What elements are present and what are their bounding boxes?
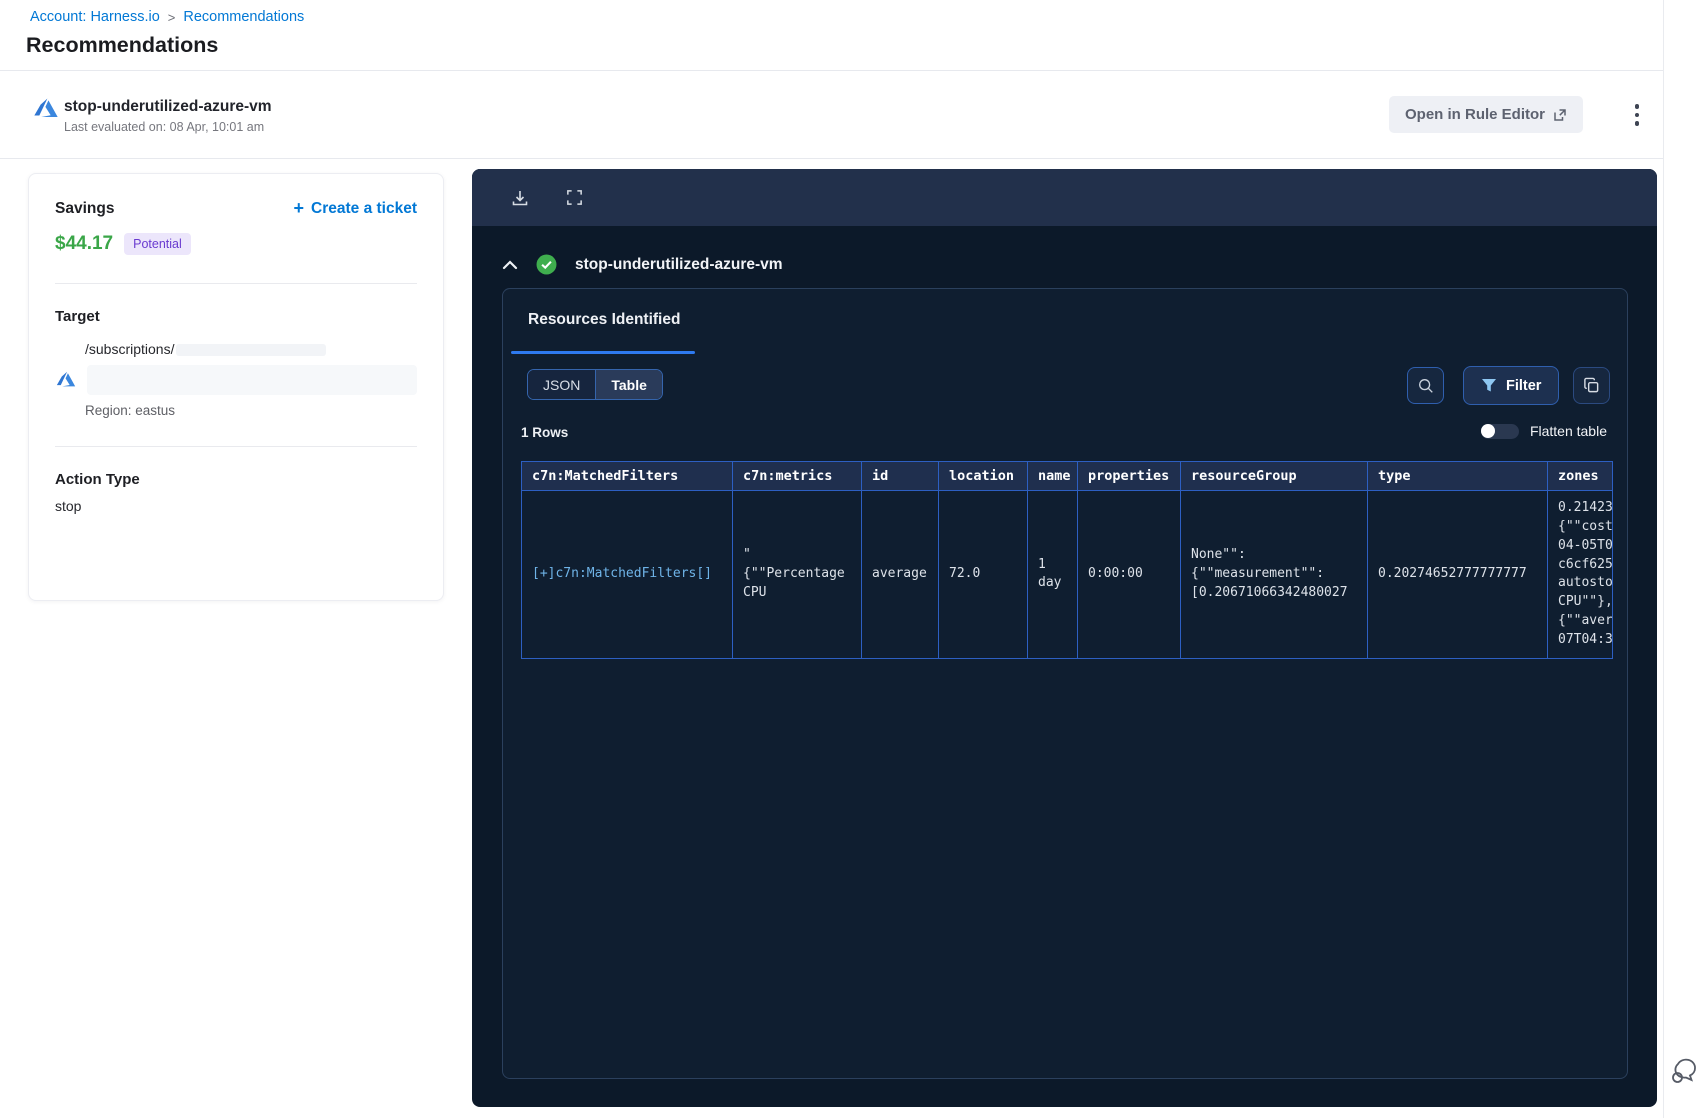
resources-identified-card: Resources Identified JSON Table Filter 1…: [502, 288, 1628, 1079]
rows-count: 1 Rows: [521, 425, 569, 440]
divider: [0, 158, 1663, 159]
open-in-rule-editor-button[interactable]: Open in Rule Editor: [1389, 96, 1584, 133]
column-header[interactable]: c7n:metrics: [732, 461, 862, 491]
filter-button[interactable]: Filter: [1463, 366, 1560, 405]
search-icon: [1418, 378, 1433, 393]
view-mode-json[interactable]: JSON: [528, 370, 597, 399]
recommendation-details-card: Savings + Create a ticket $44.17 Potenti…: [28, 173, 444, 601]
recommendation-name: stop-underutilized-azure-vm: [64, 98, 272, 115]
azure-icon: [34, 98, 58, 118]
divider: [55, 283, 417, 284]
copy-button[interactable]: [1573, 367, 1610, 404]
page: Account: Harness.io > Recommendations Re…: [0, 0, 1706, 1118]
resources-viewer-panel: stop-underutilized-azure-vm Resources Id…: [472, 169, 1657, 1107]
viewer-toolbar: [472, 169, 1657, 226]
savings-potential-badge: Potential: [124, 233, 191, 255]
column-header[interactable]: type: [1367, 461, 1548, 491]
filter-label: Filter: [1506, 377, 1542, 394]
action-type-label: Action Type: [55, 471, 140, 488]
tab-resources-identified[interactable]: Resources Identified: [528, 311, 680, 329]
resources-table-container: c7n:MatchedFilters c7n:metrics id locati…: [521, 461, 1614, 659]
table-cell: " {""Percentage CPU: [732, 490, 862, 659]
table-cell: 0:00:00: [1077, 490, 1181, 659]
divider: [1663, 0, 1664, 1118]
flatten-table-toggle[interactable]: [1480, 423, 1519, 439]
divider: [55, 446, 417, 447]
redacted-text: [176, 344, 327, 357]
resource-title: stop-underutilized-azure-vm: [575, 255, 783, 273]
column-header[interactable]: zones: [1547, 461, 1613, 491]
fullscreen-icon[interactable]: [559, 183, 589, 213]
page-title: Recommendations: [26, 33, 219, 57]
filter-funnel-icon: [1482, 379, 1496, 392]
collapse-chevron-icon[interactable]: [502, 259, 518, 270]
table-cell: 1 day: [1027, 490, 1078, 659]
plus-icon: +: [293, 198, 305, 218]
success-check-icon: [536, 254, 557, 275]
copy-icon: [1584, 377, 1599, 393]
table-row: [+]c7n:MatchedFilters[] " {""Percentage …: [521, 490, 1613, 659]
resources-table: c7n:MatchedFilters c7n:metrics id locati…: [521, 461, 1613, 659]
view-mode-table[interactable]: Table: [596, 370, 662, 399]
view-mode-toggle: JSON Table: [527, 369, 663, 400]
matched-filters-expandable-cell[interactable]: [+]c7n:MatchedFilters[]: [521, 490, 733, 659]
azure-icon: [56, 371, 76, 387]
table-cell: None"": {""measurement"": [0.20671066342…: [1180, 490, 1368, 659]
external-link-icon: [1554, 108, 1566, 121]
column-header[interactable]: id: [861, 461, 939, 491]
active-tab-underline: [511, 351, 695, 354]
breadcrumb-recommendations-link[interactable]: Recommendations: [183, 9, 304, 25]
download-icon[interactable]: [505, 183, 535, 213]
flatten-table-label: Flatten table: [1529, 423, 1607, 439]
savings-label: Savings: [55, 199, 115, 217]
target-label: Target: [55, 308, 100, 325]
target-region: Region: eastus: [85, 403, 176, 418]
more-options-kebab-icon[interactable]: [1625, 100, 1649, 130]
table-cell: 0.20274652777777777: [1367, 490, 1548, 659]
savings-amount: $44.17: [55, 233, 114, 254]
column-header[interactable]: properties: [1077, 461, 1181, 491]
recommendation-header: stop-underutilized-azure-vm Last evaluat…: [0, 71, 1663, 158]
search-button[interactable]: [1407, 367, 1444, 404]
action-type-value: stop: [55, 498, 82, 514]
table-header-row: c7n:MatchedFilters c7n:metrics id locati…: [521, 461, 1613, 491]
breadcrumb-separator-icon: >: [167, 9, 176, 25]
table-cell: 72.0: [938, 490, 1028, 659]
chat-launcher-icon[interactable]: [1668, 1056, 1700, 1088]
table-cell: 0.21423 {""cost 04-05T0 c6cf625 autosto …: [1547, 490, 1613, 659]
open-in-rule-editor-label: Open in Rule Editor: [1405, 106, 1546, 123]
column-header[interactable]: c7n:MatchedFilters: [521, 461, 733, 491]
recommendation-last-evaluated: Last evaluated on: 08 Apr, 10:01 am: [64, 120, 265, 134]
target-path: /subscriptions/: [85, 341, 417, 357]
create-ticket-button[interactable]: + Create a ticket: [294, 198, 418, 219]
create-ticket-label: Create a ticket: [311, 199, 417, 217]
breadcrumb: Account: Harness.io > Recommendations: [30, 9, 304, 25]
column-header[interactable]: location: [938, 461, 1028, 491]
redacted-text: [87, 365, 417, 395]
column-header[interactable]: resourceGroup: [1180, 461, 1368, 491]
table-cell: average: [861, 490, 939, 659]
breadcrumb-account-link[interactable]: Account: Harness.io: [30, 9, 160, 25]
column-header[interactable]: name: [1027, 461, 1078, 491]
